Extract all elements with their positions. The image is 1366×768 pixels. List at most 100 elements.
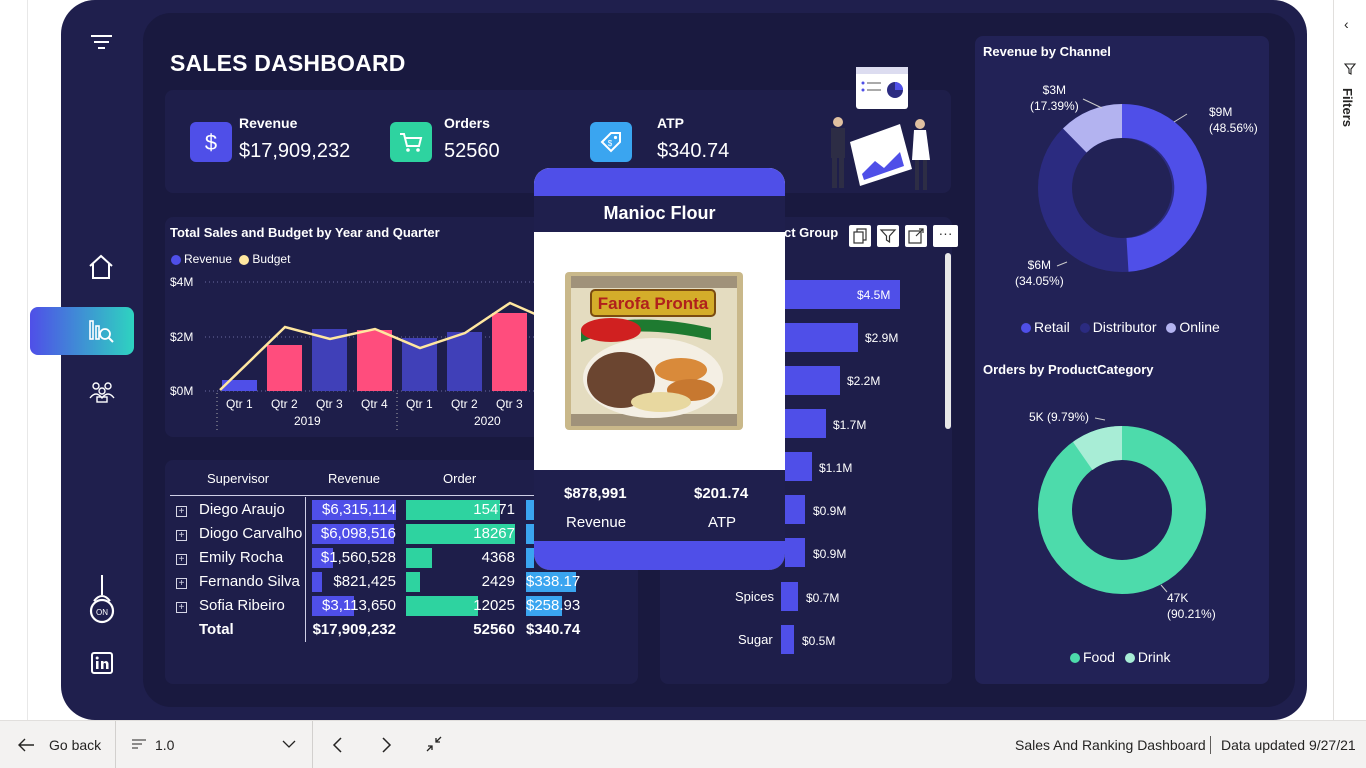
product-bar-6[interactable]: [785, 495, 805, 524]
bar-2019-q2: [267, 345, 302, 391]
row-order: 4368: [481, 549, 515, 566]
product-value-3: $2.2M: [847, 374, 881, 388]
table-row[interactable]: + Sofia Ribeiro $3,113,650 12025 $258.93: [165, 596, 638, 620]
fit-to-page-icon[interactable]: [425, 735, 443, 758]
linkedin-icon[interactable]: [91, 652, 113, 679]
next-page-icon[interactable]: [378, 735, 394, 760]
channel-distributor-pct: (34.05%): [1015, 274, 1064, 288]
row-revenue: $6,098,516: [320, 525, 396, 542]
product-value-9: $0.5M: [802, 634, 836, 648]
product-bar-5[interactable]: [785, 452, 812, 481]
filter-icon[interactable]: [877, 225, 899, 247]
x-tick-q3-2019: Qtr 3: [316, 397, 343, 411]
home-icon[interactable]: [87, 253, 115, 286]
legend-online: Online: [1179, 319, 1220, 335]
product-bar-9[interactable]: [781, 625, 794, 654]
table-row[interactable]: + Fernando Silva $821,425 2429 $338.17: [165, 572, 638, 596]
total-label: Total: [199, 621, 234, 638]
row-order: 2429: [481, 573, 515, 590]
legend-drink: Drink: [1137, 649, 1171, 665]
expand-icon[interactable]: +: [176, 506, 187, 517]
category-label-drink: 5K (9.79%): [1029, 410, 1090, 424]
channel-label-retail: $9M (48.56%): [1209, 104, 1258, 136]
focus-mode-icon[interactable]: [905, 225, 927, 247]
expand-icon[interactable]: +: [176, 554, 187, 565]
tooltip-title-bar: Manioc Flour: [534, 196, 785, 232]
x-year-2020: 2020: [474, 414, 501, 428]
svg-text:$: $: [205, 130, 217, 155]
expand-icon[interactable]: +: [176, 602, 187, 613]
previous-page-icon[interactable]: [330, 735, 346, 760]
kpi-revenue-label: Revenue: [239, 115, 298, 131]
nav-analytics-active[interactable]: [30, 307, 134, 355]
left-border: [27, 0, 28, 720]
kpi-orders-value: 52560: [444, 140, 500, 162]
back-arrow-icon[interactable]: [16, 735, 36, 760]
legend-food: Food: [1083, 649, 1115, 665]
chart-scrollbar[interactable]: [945, 253, 951, 429]
col-header-supervisor[interactable]: Supervisor: [207, 471, 269, 486]
category-food-value: 47K: [1167, 591, 1189, 605]
col-header-revenue[interactable]: Revenue: [328, 471, 380, 486]
legend-retail: Retail: [1034, 319, 1070, 335]
separator: [312, 721, 313, 768]
tooltip-footer: [534, 541, 785, 570]
product-image-text: Farofa Pronta: [598, 294, 709, 313]
total-atp: $340.74: [526, 621, 581, 638]
kpi-atp-label: ATP: [657, 115, 684, 131]
separator: [115, 721, 116, 768]
row-revenue: $1,560,528: [320, 549, 396, 566]
product-bar-8[interactable]: [781, 582, 798, 611]
channel-online-value: $3M: [1042, 83, 1067, 97]
filter-funnel-icon: [1343, 62, 1357, 81]
status-divider: [1210, 736, 1211, 754]
x-tick-q2-2019: Qtr 2: [271, 397, 298, 411]
row-supervisor: Diogo Carvalho: [199, 525, 303, 542]
row-revenue: $6,315,114: [322, 501, 396, 518]
report-name: Sales And Ranking Dashboard: [1015, 737, 1206, 753]
col-header-order[interactable]: Order: [443, 471, 476, 486]
chevron-down-icon[interactable]: [281, 737, 297, 755]
product-bar-2[interactable]: [785, 323, 858, 352]
table-total-row: Total $17,909,232 52560 $340.74: [165, 620, 638, 644]
product-image: Farofa Pronta: [565, 272, 743, 430]
row-revenue: $821,425: [333, 573, 396, 590]
product-bar-4[interactable]: [785, 409, 826, 438]
row-revenue: $3,113,650: [322, 597, 396, 614]
tooltip-revenue-value: $878,991: [564, 485, 627, 502]
product-bar-3[interactable]: [785, 366, 840, 395]
product-category-sugar: Sugar: [738, 632, 773, 647]
more-options-icon[interactable]: ···: [933, 225, 958, 247]
row-supervisor: Emily Rocha: [199, 549, 284, 566]
go-back-button[interactable]: Go back: [49, 737, 101, 753]
expand-filters-icon[interactable]: ‹: [1344, 16, 1349, 32]
channel-online-pct: (17.39%): [1030, 99, 1079, 113]
filter-menu-icon[interactable]: [90, 32, 114, 57]
expand-icon[interactable]: +: [176, 578, 187, 589]
expand-icon[interactable]: +: [176, 530, 187, 541]
product-bar-7[interactable]: [785, 538, 805, 567]
lightbulb-on-icon[interactable]: ON: [88, 575, 116, 632]
data-updated: Data updated 9/27/21: [1221, 737, 1356, 753]
category-legend: Food Drink: [1070, 649, 1170, 665]
cart-icon: [390, 122, 432, 162]
row-supervisor: Fernando Silva: [199, 573, 300, 590]
tooltip-title: Manioc Flour: [603, 203, 716, 223]
bar-2020-q1: [402, 338, 437, 391]
team-icon[interactable]: [88, 380, 116, 409]
filters-label[interactable]: Filters: [1340, 88, 1355, 127]
page-selector-value[interactable]: 1.0: [155, 737, 174, 753]
sales-chart-plot: [205, 281, 553, 432]
filters-pane-collapsed[interactable]: ‹ Filters: [1333, 0, 1366, 720]
tooltip-header: [534, 168, 785, 196]
row-order: 12025: [473, 597, 515, 614]
copy-icon[interactable]: [849, 225, 871, 247]
product-value-7: $0.9M: [813, 547, 847, 561]
channel-label-distributor: $6M (34.05%): [1015, 257, 1064, 289]
sales-budget-chart-card: Total Sales and Budget by Year and Quart…: [165, 217, 553, 437]
bar-2020-q2: [447, 332, 482, 391]
kpi-revenue-value: $17,909,232: [239, 140, 351, 162]
atp-bar: [526, 524, 534, 544]
kpi-orders-label: Orders: [444, 115, 490, 131]
x-tick-q3-2020: Qtr 3: [496, 397, 523, 411]
